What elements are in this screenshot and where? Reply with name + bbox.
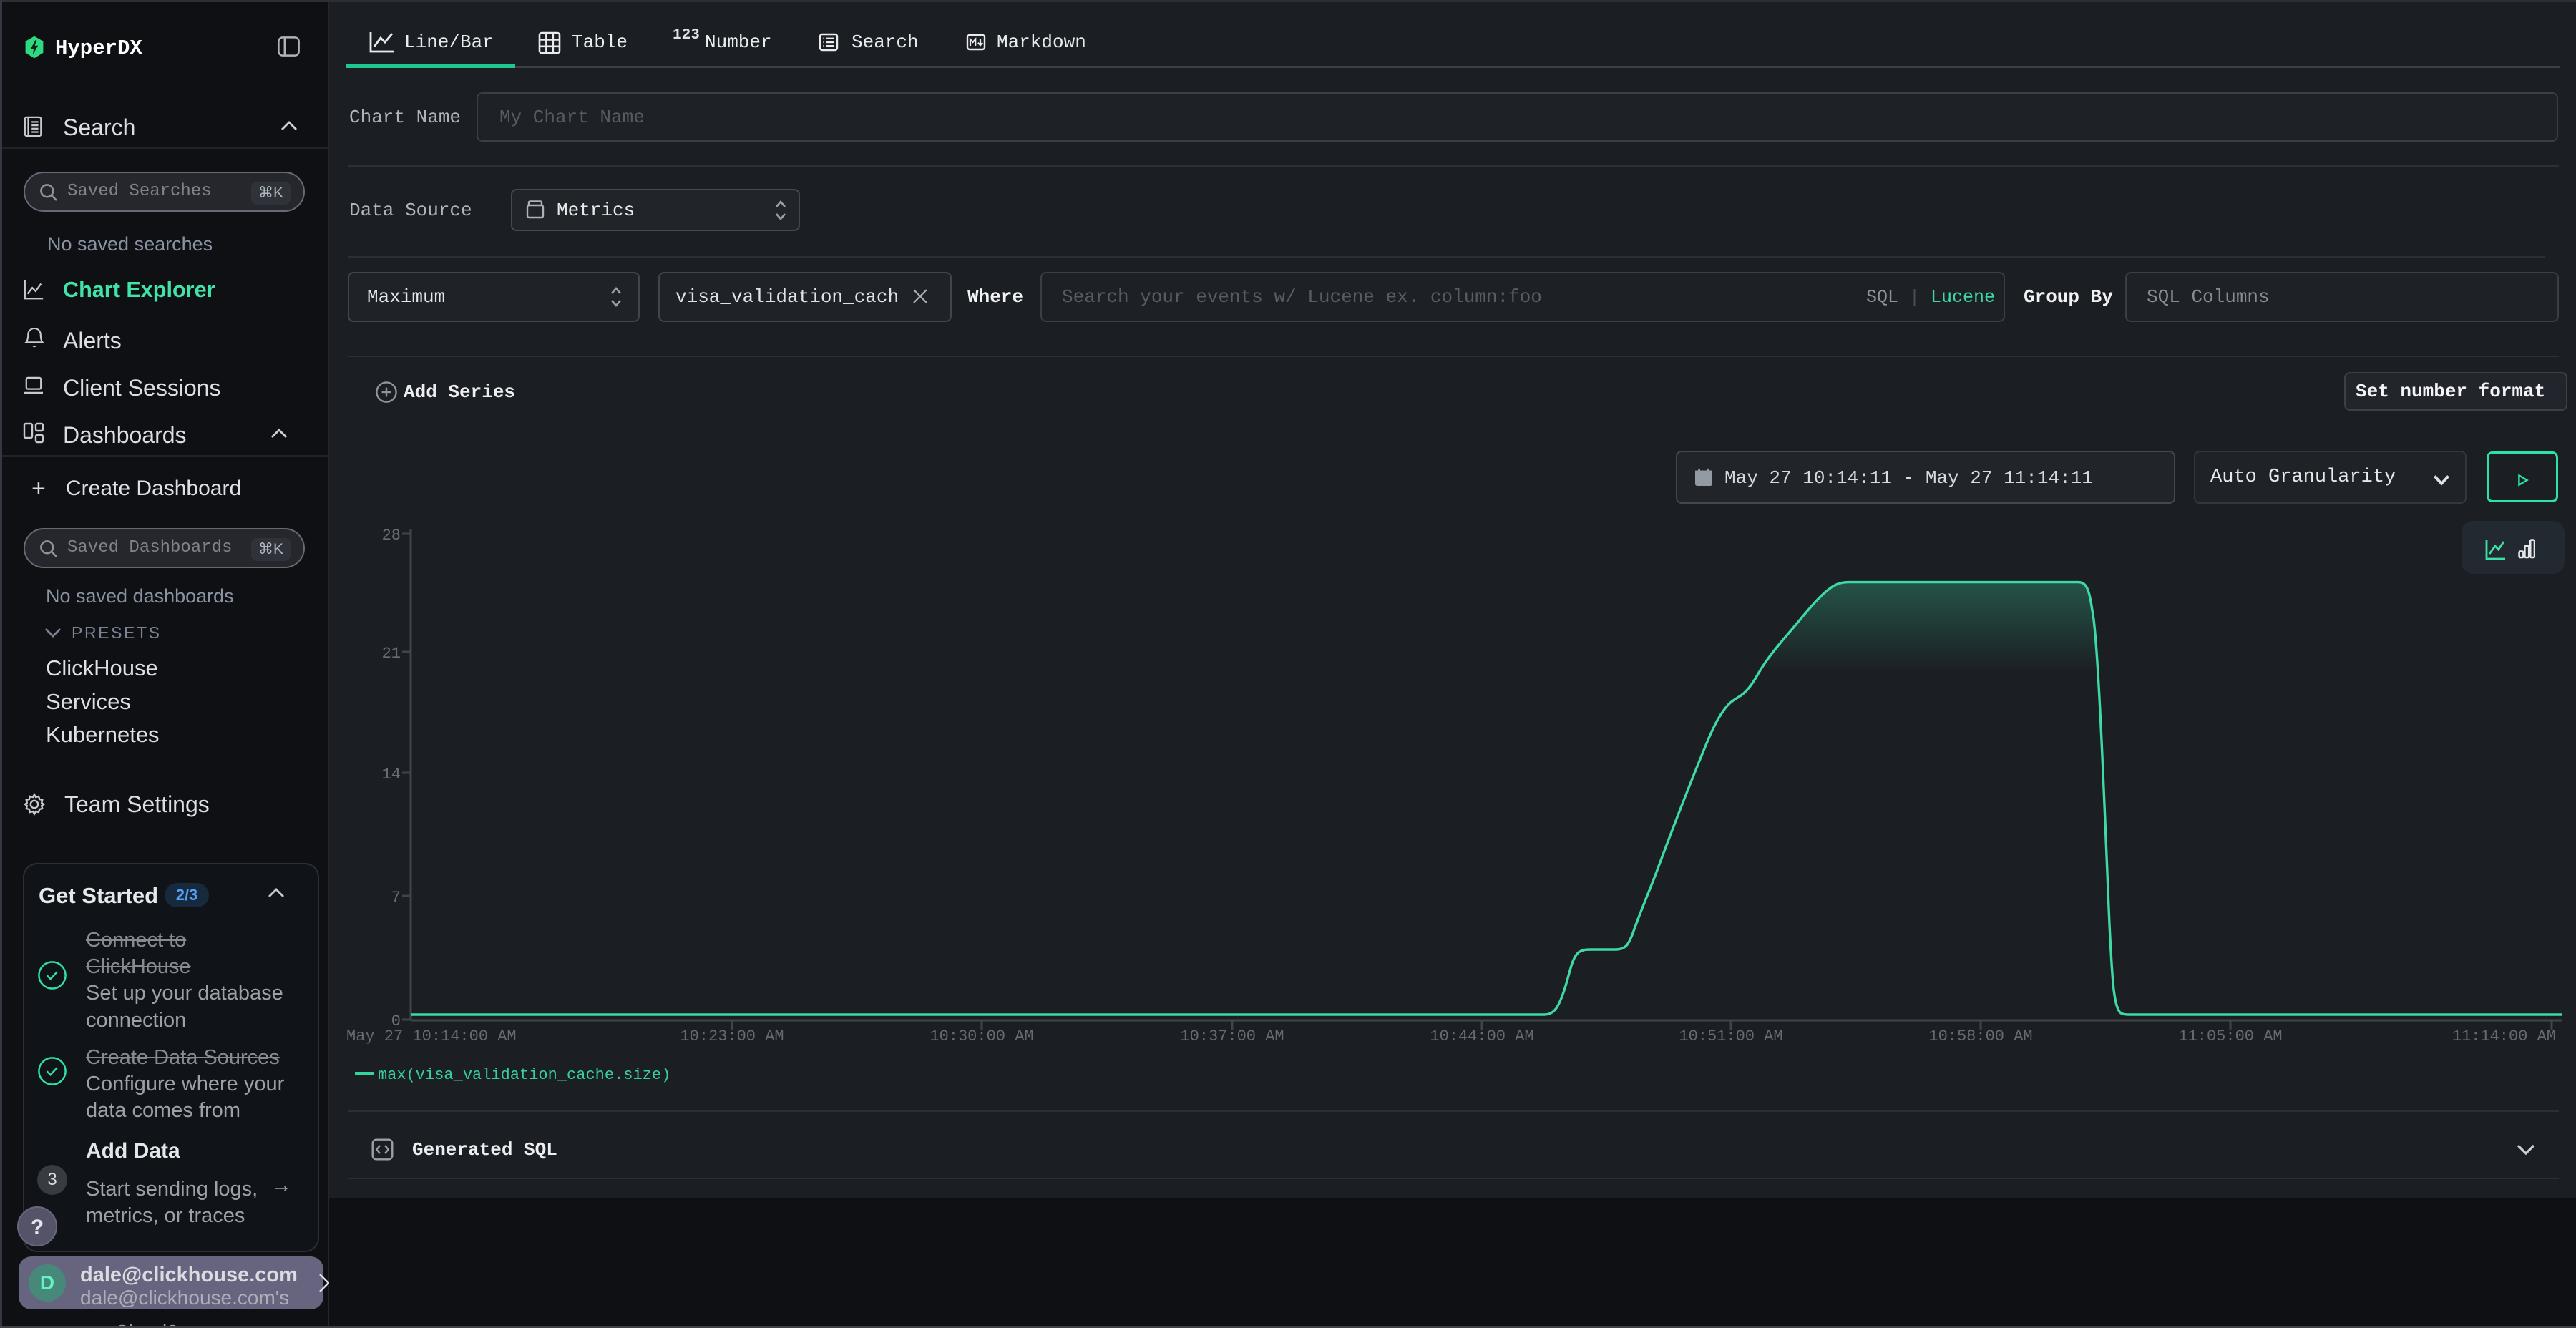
svg-text:10:23:00 AM: 10:23:00 AM [680, 1027, 784, 1045]
svg-text:28: 28 [382, 527, 401, 545]
svg-text:10:37:00 AM: 10:37:00 AM [1180, 1027, 1284, 1045]
svg-text:21: 21 [382, 645, 401, 663]
svg-text:11:14:00 AM: 11:14:00 AM [2452, 1027, 2556, 1045]
svg-text:11:05:00 AM: 11:05:00 AM [2178, 1027, 2282, 1045]
svg-text:14: 14 [382, 766, 401, 783]
svg-text:10:51:00 AM: 10:51:00 AM [1679, 1027, 1782, 1045]
svg-text:7: 7 [391, 889, 401, 907]
svg-text:max(visa_validation_cache.size: max(visa_validation_cache.size) [378, 1066, 670, 1084]
svg-text:10:44:00 AM: 10:44:00 AM [1430, 1027, 1533, 1045]
svg-text:10:58:00 AM: 10:58:00 AM [1928, 1027, 2032, 1045]
svg-text:May 27 10:14:00 AM: May 27 10:14:00 AM [346, 1027, 517, 1045]
svg-text:10:30:00 AM: 10:30:00 AM [930, 1027, 1033, 1045]
